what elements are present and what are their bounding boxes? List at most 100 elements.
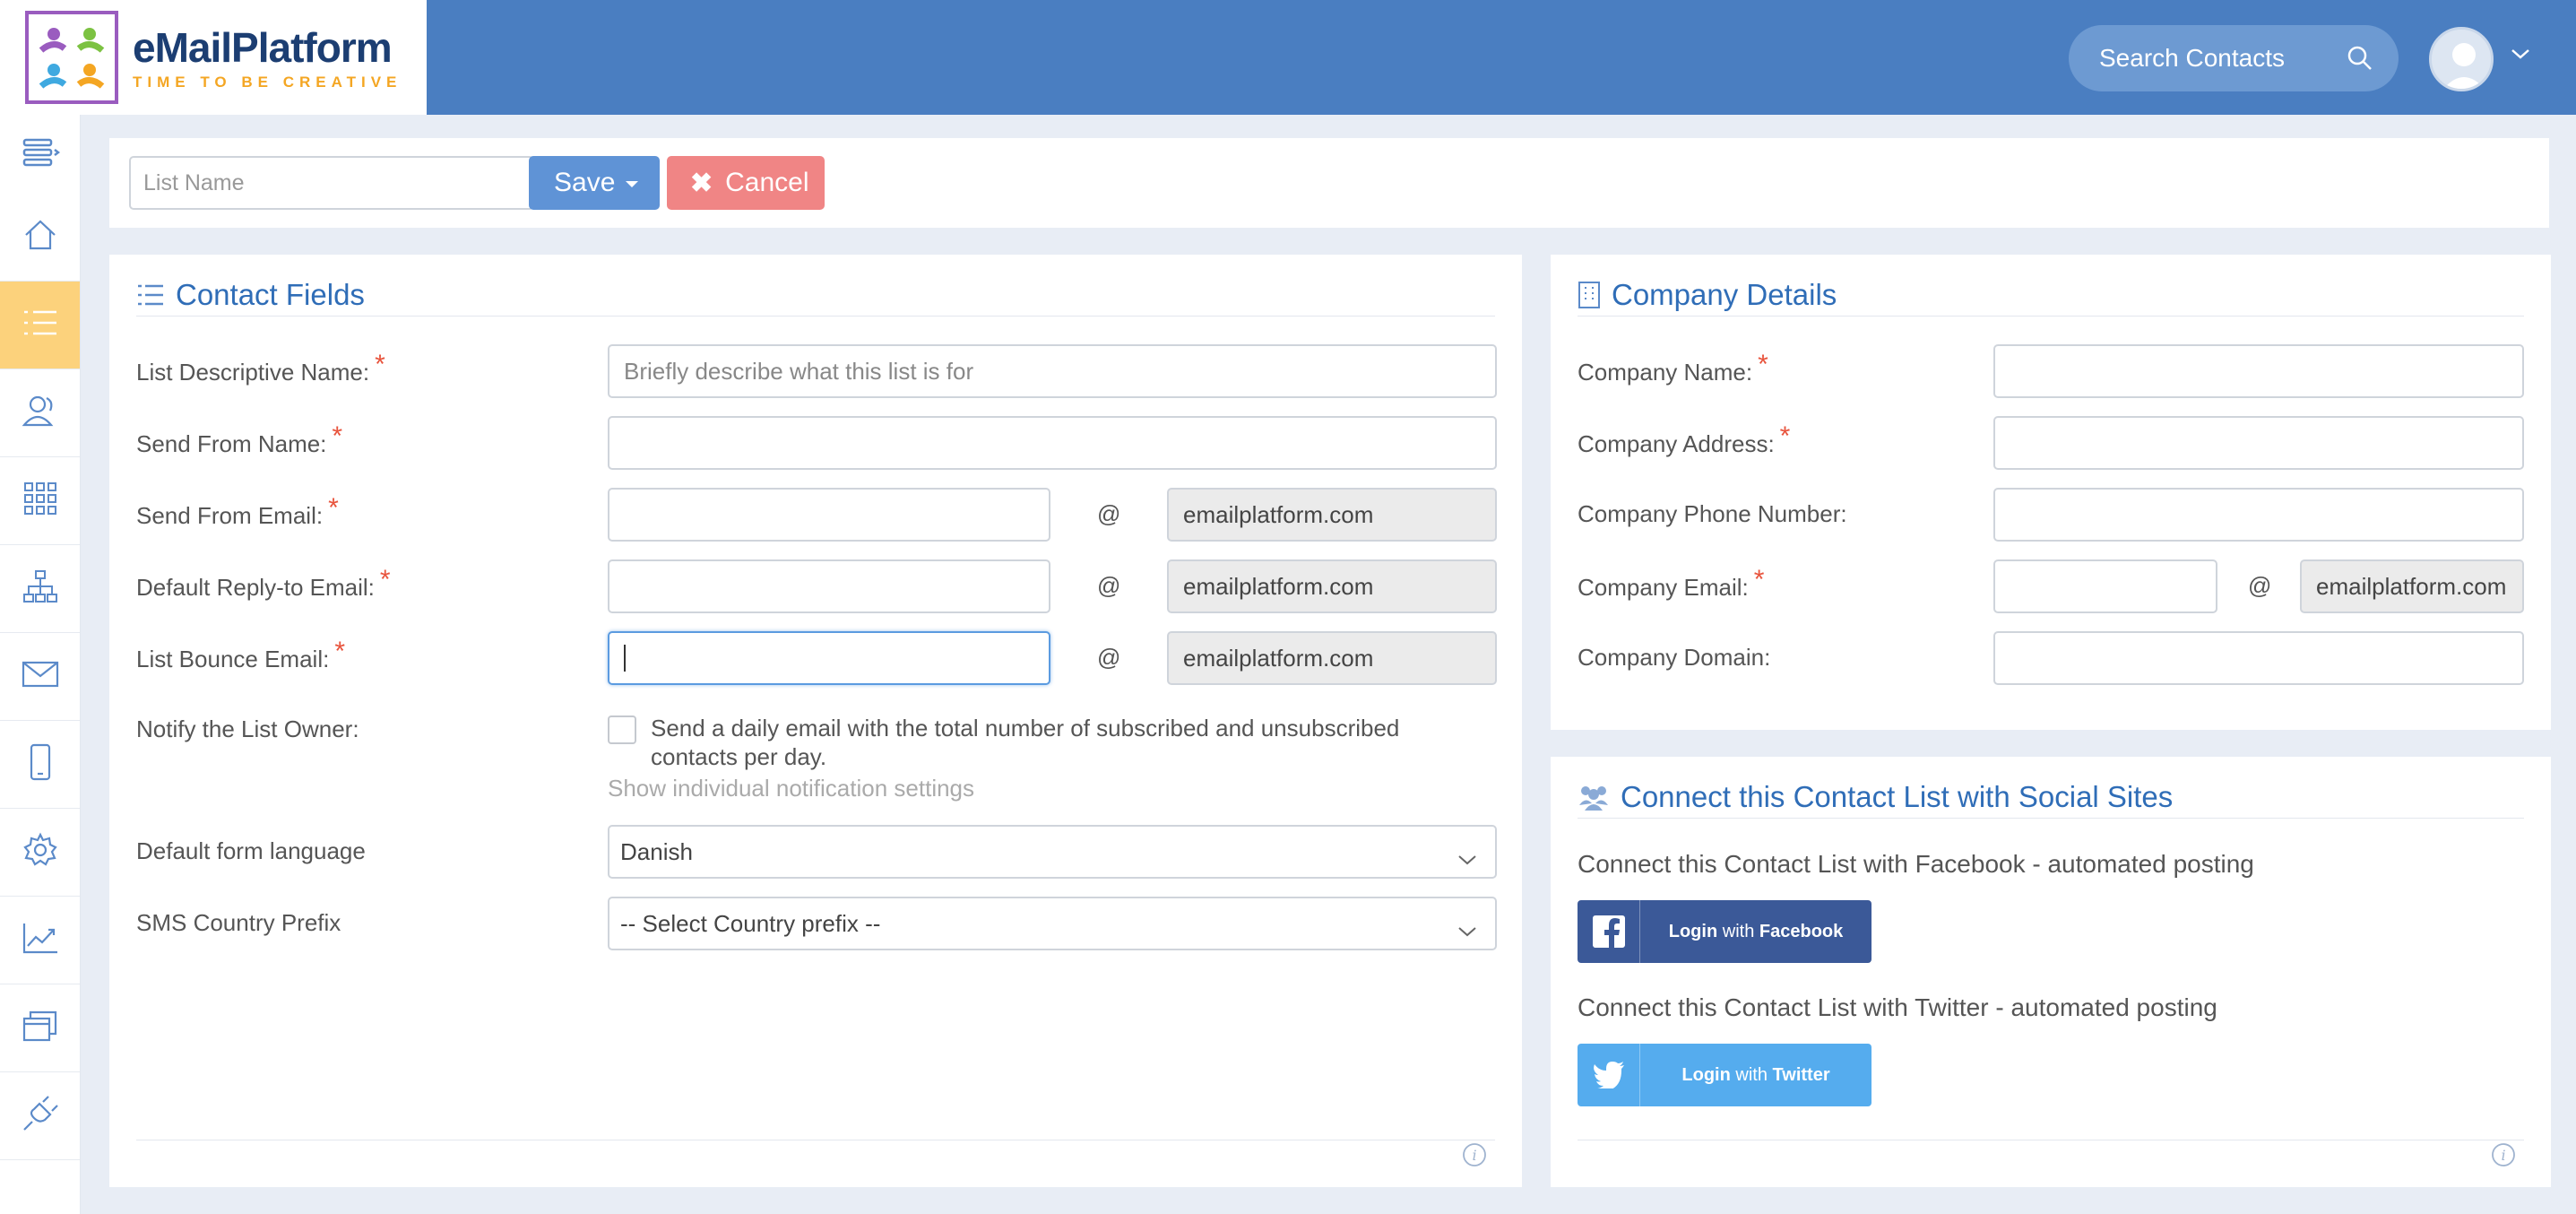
descriptive-name-label: List Descriptive Name:*	[136, 357, 385, 387]
search-label: Search Contacts	[2099, 44, 2285, 73]
close-icon: ✖	[690, 168, 713, 199]
reply-to-email-input[interactable]	[608, 559, 1050, 613]
send-from-email-input[interactable]	[608, 488, 1050, 542]
windows-icon	[22, 1009, 59, 1047]
bounce-email-input[interactable]	[608, 631, 1050, 685]
sidebar-item-integrations[interactable]	[0, 1072, 80, 1160]
bounce-email-label: List Bounce Email:*	[136, 644, 345, 674]
cancel-button[interactable]: ✖ Cancel	[667, 156, 825, 210]
list-icon	[136, 282, 165, 308]
sidebar-item-statistics[interactable]	[0, 897, 80, 984]
company-email-input[interactable]	[1993, 559, 2217, 613]
hierarchy-icon	[22, 568, 58, 609]
at-symbol: @	[1097, 572, 1120, 600]
building-icon	[1578, 281, 1601, 309]
contacts-icon	[22, 393, 59, 433]
facebook-description: Connect this Contact List with Facebook …	[1578, 850, 2254, 879]
reply-to-label: Default Reply-to Email:*	[136, 572, 391, 603]
sidebar-item-settings[interactable]	[0, 809, 80, 897]
top-header: eMailPlatform TIME TO BE CREATIVE Search…	[0, 0, 2576, 115]
company-email-label: Company Email:*	[1578, 572, 1764, 603]
twitter-icon	[1578, 1044, 1640, 1106]
login-facebook-button[interactable]: Login with Facebook	[1578, 900, 1871, 963]
text-cursor	[624, 645, 626, 672]
send-from-domain: emailplatform.com	[1167, 488, 1497, 542]
menu-expand-icon	[21, 136, 60, 173]
bounce-domain: emailplatform.com	[1167, 631, 1497, 685]
social-sites-panel: Connect this Contact List with Social Si…	[1551, 757, 2551, 1187]
chevron-down-icon[interactable]	[2510, 47, 2531, 65]
show-notification-settings-link[interactable]: Show individual notification settings	[608, 775, 974, 802]
chevron-down-icon	[1457, 916, 1477, 944]
logo[interactable]: eMailPlatform TIME TO BE CREATIVE	[0, 0, 427, 115]
list-toolbar: Save ✖ Cancel	[109, 138, 2549, 228]
search-icon	[2347, 45, 2373, 78]
svg-text:i: i	[1472, 1147, 1476, 1164]
apps-grid-icon	[22, 481, 58, 521]
company-domain-input[interactable]	[1993, 631, 2524, 685]
sidebar-item-email[interactable]	[0, 633, 80, 721]
panel-title: Company Details	[1578, 278, 1837, 312]
company-address-input[interactable]	[1993, 416, 2524, 470]
sidebar-item-lists[interactable]	[0, 282, 80, 369]
search-contacts-button[interactable]: Search Contacts	[2069, 25, 2399, 91]
logo-tagline: TIME TO BE CREATIVE	[133, 74, 402, 91]
sidebar-item-contacts[interactable]	[0, 369, 80, 457]
twitter-description: Connect this Contact List with Twitter -…	[1578, 993, 2217, 1022]
divider	[1578, 818, 2524, 819]
panel-title: Connect this Contact List with Social Si…	[1578, 780, 2173, 814]
logo-name: eMailPlatform	[133, 23, 402, 72]
users-group-icon	[1578, 784, 1610, 811]
at-symbol: @	[1097, 500, 1120, 528]
company-address-label: Company Address:*	[1578, 429, 1790, 459]
contact-fields-panel: Contact Fields List Descriptive Name:* B…	[109, 255, 1522, 1187]
info-icon[interactable]: i	[1461, 1141, 1488, 1173]
reply-to-domain: emailplatform.com	[1167, 559, 1497, 613]
notify-owner-label: Notify the List Owner:	[136, 715, 359, 743]
svg-text:i: i	[2501, 1147, 2505, 1164]
notify-owner-checkbox[interactable]	[608, 715, 636, 744]
envelope-icon	[22, 660, 59, 693]
sms-prefix-label: SMS Country Prefix	[136, 909, 341, 937]
company-details-title: Company Details	[1612, 278, 1837, 312]
chevron-down-icon	[1457, 845, 1477, 872]
company-name-input[interactable]	[1993, 344, 2524, 398]
home-icon	[22, 217, 58, 257]
twitter-button-label: Login with Twitter	[1640, 1065, 1871, 1086]
user-avatar[interactable]	[2429, 27, 2494, 91]
send-from-name-input[interactable]	[608, 416, 1497, 470]
send-from-name-label: Send From Name:*	[136, 429, 342, 459]
company-email-domain: emailplatform.com	[2300, 559, 2524, 613]
notify-description: Send a daily email with the total number…	[651, 714, 1399, 771]
settings-gear-icon	[22, 832, 58, 872]
descriptive-name-input[interactable]: Briefly describe what this list is for	[608, 344, 1497, 398]
plug-icon	[22, 1095, 59, 1137]
lists-icon	[22, 307, 58, 343]
list-name-input[interactable]	[129, 156, 534, 210]
sidebar-toggle[interactable]	[0, 130, 80, 178]
login-twitter-button[interactable]: Login with Twitter	[1578, 1044, 1871, 1106]
info-icon[interactable]: i	[2490, 1141, 2517, 1173]
mobile-icon	[28, 743, 53, 785]
form-language-label: Default form language	[136, 837, 366, 865]
sidebar	[0, 115, 81, 1214]
sidebar-item-sms[interactable]	[0, 721, 80, 809]
company-phone-input[interactable]	[1993, 488, 2524, 542]
logo-mark-icon	[25, 11, 118, 104]
company-phone-label: Company Phone Number:	[1578, 500, 1847, 528]
sidebar-item-apps[interactable]	[0, 457, 80, 545]
form-language-select[interactable]: Danish	[608, 825, 1497, 879]
divider	[136, 316, 1495, 317]
facebook-icon	[1578, 900, 1640, 963]
sms-prefix-select[interactable]: -- Select Country prefix --	[608, 897, 1497, 950]
company-name-label: Company Name:*	[1578, 357, 1768, 387]
company-details-panel: Company Details Company Name:* Company A…	[1551, 255, 2551, 730]
save-button[interactable]: Save	[529, 156, 660, 210]
company-domain-label: Company Domain:	[1578, 644, 1770, 672]
sidebar-item-home[interactable]	[0, 194, 80, 282]
sidebar-item-templates[interactable]	[0, 984, 80, 1072]
facebook-button-label: Login with Facebook	[1640, 922, 1871, 942]
cancel-label: Cancel	[725, 168, 808, 198]
sidebar-item-hierarchy[interactable]	[0, 545, 80, 633]
save-label: Save	[554, 168, 615, 198]
